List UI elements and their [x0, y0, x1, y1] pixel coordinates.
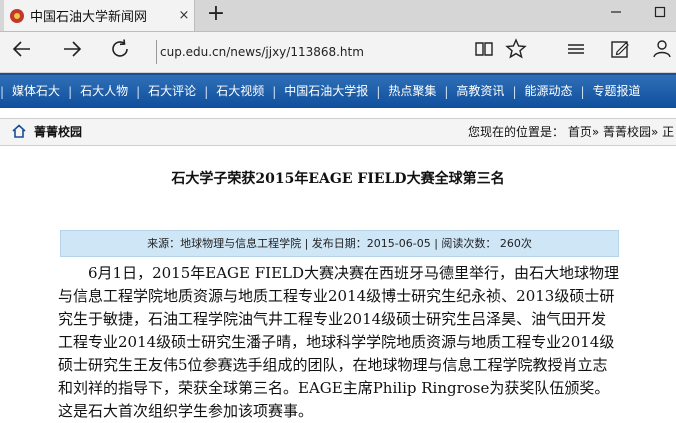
menu-item-people[interactable]: 石大人物: [72, 75, 136, 108]
browser-toolbar: cup.edu.cn/news/jjxy/113868.htm: [0, 32, 676, 73]
share-icon[interactable]: [648, 38, 676, 66]
menu-item-education-news[interactable]: 高教资讯: [448, 75, 512, 108]
tab-strip: 中国石油大学新闻网 × +: [0, 0, 676, 32]
close-tab-icon[interactable]: ×: [174, 8, 194, 23]
menu-item-video[interactable]: 石大视频: [208, 75, 272, 108]
forward-arrow-icon[interactable]: [58, 38, 86, 66]
section-title: 菁菁校园: [34, 125, 83, 139]
menu-item-hotspots[interactable]: 热点聚集: [380, 75, 444, 108]
article-body: 6月1日，2015年EAGE FIELD大赛决赛在西班牙马德里举行，由石大地球物…: [58, 264, 620, 420]
breadcrumb-bar: 菁菁校园 您现在的位置是： 首页» 菁菁校园» 正: [0, 118, 676, 146]
menu-item-media[interactable]: 媒体石大: [4, 75, 68, 108]
home-icon: [12, 124, 26, 138]
reading-view-icon[interactable]: [470, 38, 498, 66]
hub-menu-icon[interactable]: [562, 38, 590, 66]
menu-item-energy[interactable]: 能源动态: [516, 75, 580, 108]
tab-title: 中国石油大学新闻网: [30, 10, 148, 25]
menu-item-comment[interactable]: 石大评论: [140, 75, 204, 108]
refresh-icon[interactable]: [106, 38, 134, 66]
favorite-star-icon[interactable]: [502, 38, 530, 66]
menu-item-special-reports[interactable]: 专题报道: [585, 75, 649, 108]
site-menu-bar: | 媒体石大 | 石大人物 | 石大评论 | 石大视频 | 中国石油大学报 | …: [0, 73, 676, 108]
article-meta: 来源：地球物理与信息工程学院 | 发布日期：2015-06-05 | 阅读次数：…: [60, 230, 619, 257]
address-divider: [156, 40, 157, 64]
address-bar[interactable]: cup.edu.cn/news/jjxy/113868.htm: [160, 40, 460, 64]
menu-item-newspaper[interactable]: 中国石油大学报: [276, 75, 376, 108]
breadcrumb[interactable]: 您现在的位置是： 首页» 菁菁校园» 正: [468, 119, 674, 145]
browser-tab[interactable]: 中国石油大学新闻网 ×: [4, 0, 195, 31]
minimize-icon[interactable]: [606, 5, 626, 25]
article-title: 石大学子荣获2015年EAGE FIELD大赛全球第三名: [171, 171, 505, 187]
site-favicon-icon: [10, 8, 24, 23]
web-note-icon[interactable]: [606, 38, 634, 66]
new-tab-button[interactable]: +: [204, 3, 228, 27]
maximize-icon[interactable]: [650, 5, 670, 25]
back-arrow-icon[interactable]: [8, 38, 36, 66]
